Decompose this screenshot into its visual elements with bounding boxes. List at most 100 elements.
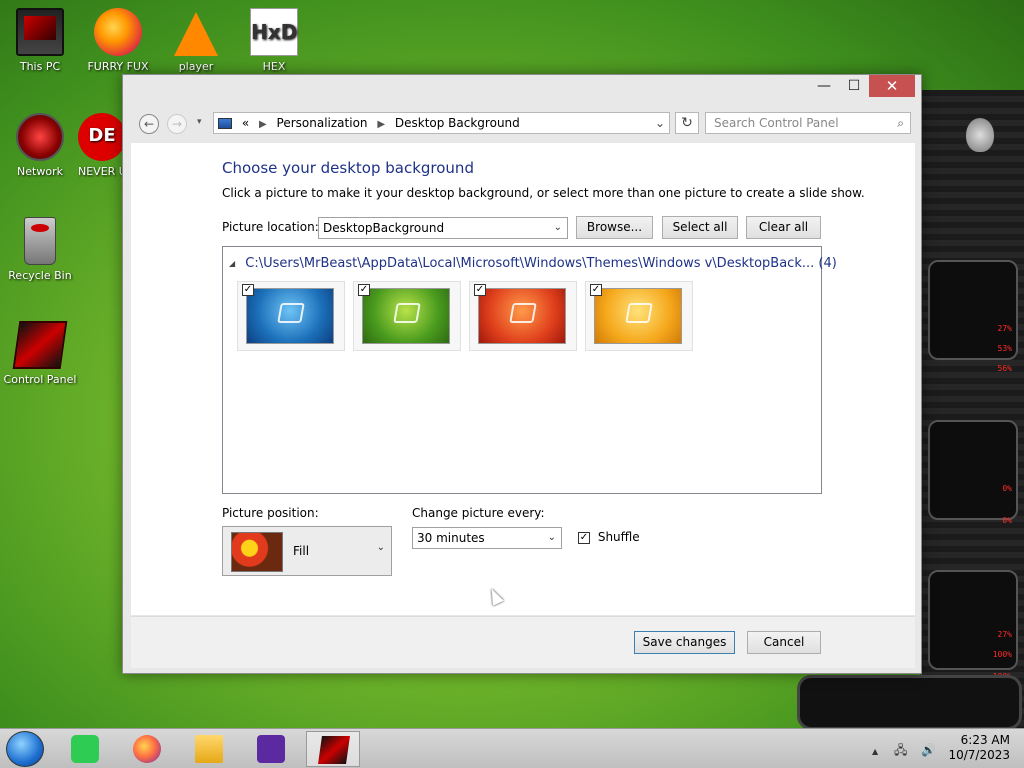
windows-logo-icon <box>509 303 537 323</box>
search-placeholder: Search Control Panel <box>714 116 839 130</box>
desktop-icon-network[interactable]: Network <box>0 113 80 178</box>
wallpaper-image <box>594 288 682 344</box>
gadget-value: 27% <box>997 324 1012 333</box>
gadget-value: 27% <box>997 630 1012 639</box>
breadcrumb-separator-icon: ▶ <box>377 119 386 130</box>
search-input[interactable]: Search Control Panel ⌕ <box>705 112 911 134</box>
taskbar: ▲ 🖧 🔊 6:23 AM 10/7/2023 <box>0 728 1024 768</box>
desktop-icon-label: FURRY FUX <box>87 60 149 73</box>
navigation-bar: ← → ▾ « ▶ Personalization ▶ Desktop Back… <box>135 111 913 137</box>
desktop-icon-this-pc[interactable]: This PC <box>0 8 80 73</box>
gadget-value: 0% <box>1002 516 1012 525</box>
desktop-icon-label: Control Panel <box>3 373 77 386</box>
taskbar-control-panel[interactable] <box>306 731 360 767</box>
clear-all-button[interactable]: Clear all <box>746 216 821 239</box>
search-icon[interactable]: ⌕ <box>897 113 904 133</box>
firefox-icon <box>133 735 161 763</box>
back-button[interactable]: ← <box>139 114 159 134</box>
windows-logo-icon <box>625 303 653 323</box>
wallpaper-image <box>362 288 450 344</box>
checkbox-check-icon[interactable]: ✓ <box>578 531 590 544</box>
address-dropdown-icon[interactable]: ⌄ <box>655 113 665 133</box>
taskbar-file-explorer[interactable] <box>182 731 236 767</box>
network-icon <box>16 113 64 161</box>
mouse-cursor-icon <box>486 586 504 606</box>
taskbar-trophy-app[interactable] <box>244 731 298 767</box>
picture-location-value: DesktopBackground <box>323 221 445 235</box>
clock[interactable]: 6:23 AM 10/7/2023 <box>948 733 1010 763</box>
picture-gallery[interactable]: ◢ C:\Users\MrBeast\AppData\Local\Microso… <box>222 246 837 494</box>
desktop-icon-label: Network <box>17 165 63 178</box>
show-hidden-icons-chevron-icon[interactable]: ▲ <box>872 747 878 756</box>
gadget-panel <box>928 420 1018 520</box>
address-bar[interactable]: « ▶ Personalization ▶ Desktop Background… <box>213 112 670 134</box>
folder-icon <box>195 735 223 763</box>
chevron-down-icon: ⌄ <box>547 532 556 543</box>
breadcrumb-personalization[interactable]: Personalization <box>277 116 368 130</box>
address-prefix[interactable]: « <box>242 116 249 130</box>
clock-date: 10/7/2023 <box>948 748 1010 762</box>
this-pc-icon <box>16 8 64 56</box>
desktop-icon-hex[interactable]: HxD HEX <box>234 8 314 73</box>
select-all-button[interactable]: Select all <box>662 216 738 239</box>
flower-preview-icon <box>231 532 283 572</box>
taskbar-firefox[interactable] <box>120 731 174 767</box>
gadget-base <box>797 675 1022 730</box>
page-title: Choose your desktop background <box>222 159 474 177</box>
never-u-icon: DE <box>78 113 126 161</box>
desktop-icon-label: player <box>178 60 214 73</box>
desktop-icon-label: Recycle Bin <box>8 269 72 282</box>
thumbnail-checkbox[interactable]: ✓ <box>358 284 370 296</box>
firefox-icon <box>94 8 142 56</box>
taskbar-spotify[interactable] <box>58 731 112 767</box>
change-picture-label: Change picture every: <box>412 506 545 520</box>
wallpaper-image <box>246 288 334 344</box>
wallpaper-thumbnail-red[interactable]: ✓ <box>469 281 577 351</box>
picture-position-value: Fill <box>293 544 310 558</box>
dialog-footer: Save changes Cancel <box>131 616 915 668</box>
recycle-bin-icon <box>24 217 56 265</box>
change-interval-value: 30 minutes <box>417 531 485 545</box>
control-panel-icon <box>318 736 350 764</box>
system-monitor-gadget: 27% 53% 56% 0% 0% 27% 100% 100% <box>797 90 1024 730</box>
wallpaper-thumbnail-orange[interactable]: ✓ <box>585 281 693 351</box>
thumbnail-checkbox[interactable]: ✓ <box>474 284 486 296</box>
breadcrumb-desktop-background[interactable]: Desktop Background <box>395 116 520 130</box>
desktop-icon-control-panel[interactable]: Control Panel <box>0 321 80 386</box>
page-description: Click a picture to make it your desktop … <box>222 186 865 200</box>
maximize-button[interactable]: ☐ <box>839 75 869 97</box>
shuffle-checkbox[interactable]: ✓ Shuffle <box>578 530 640 544</box>
desktop-icon-furry-fux[interactable]: FURRY FUX <box>78 8 158 73</box>
save-changes-button[interactable]: Save changes <box>634 631 735 654</box>
desktop-icon-recycle-bin[interactable]: Recycle Bin <box>0 217 80 282</box>
wallpaper-thumbnail-green[interactable]: ✓ <box>353 281 461 351</box>
minimize-button[interactable]: — <box>809 75 839 97</box>
collapse-triangle-icon[interactable]: ◢ <box>229 259 235 268</box>
vlc-cone-icon <box>174 12 218 56</box>
control-panel-monitor-icon <box>218 118 232 129</box>
alien-head-icon <box>966 118 994 152</box>
shuffle-label: Shuffle <box>597 530 640 544</box>
desktop-icon-never-u[interactable]: DE NEVER U <box>78 113 126 178</box>
picture-location-select[interactable]: DesktopBackground ⌄ <box>318 217 568 239</box>
cancel-button[interactable]: Cancel <box>747 631 821 654</box>
desktop-icon-player[interactable]: player <box>156 8 236 73</box>
start-orb-button[interactable] <box>6 731 44 767</box>
close-button[interactable]: ✕ <box>869 75 915 97</box>
change-interval-select[interactable]: 30 minutes ⌄ <box>412 527 562 549</box>
content-pane: Choose your desktop background Click a p… <box>131 143 915 615</box>
forward-button[interactable]: → <box>167 114 187 134</box>
recent-locations-chevron-icon[interactable]: ▾ <box>197 117 202 127</box>
picture-position-select[interactable]: Fill ⌄ <box>222 526 392 576</box>
picture-location-label: Picture location: <box>222 220 319 234</box>
folder-group-header[interactable]: ◢ C:\Users\MrBeast\AppData\Local\Microso… <box>229 256 837 271</box>
refresh-button[interactable]: ↻ <box>675 112 699 134</box>
network-tray-icon[interactable]: 🖧 <box>894 743 907 757</box>
thumbnail-checkbox[interactable]: ✓ <box>242 284 254 296</box>
windows-logo-icon <box>393 303 421 323</box>
browse-button[interactable]: Browse... <box>576 216 653 239</box>
wallpaper-thumbnail-blue[interactable]: ✓ <box>237 281 345 351</box>
thumbnail-checkbox[interactable]: ✓ <box>590 284 602 296</box>
volume-icon[interactable]: 🔊 <box>921 743 936 757</box>
title-bar[interactable]: — ☐ ✕ <box>123 75 921 105</box>
